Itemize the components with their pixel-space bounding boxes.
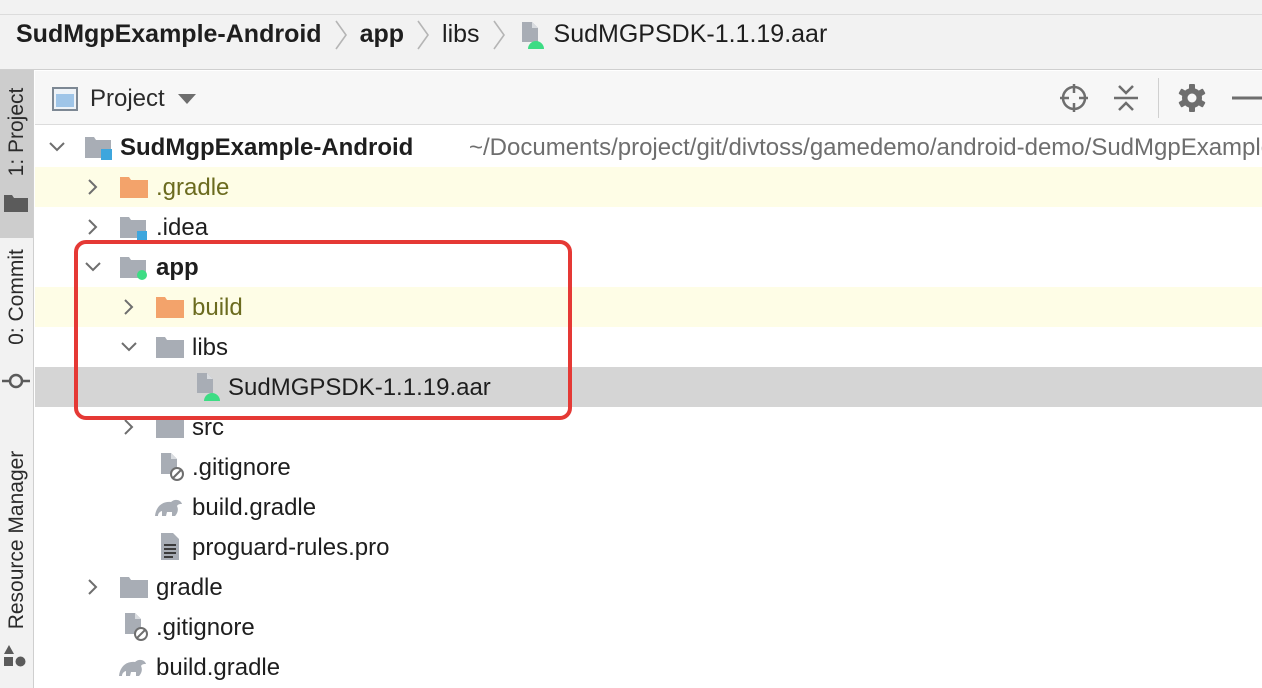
chevron-down-icon[interactable]: [84, 258, 102, 276]
minimize-icon[interactable]: [1230, 82, 1262, 114]
excluded-folder-icon: [156, 297, 184, 318]
tree-item-label: .gitignore: [156, 614, 255, 641]
tree-item-label: src: [192, 414, 224, 441]
project-view-icon: [52, 87, 78, 111]
tree-row-dot-gradle[interactable]: .gradle: [35, 167, 1262, 207]
gradle-icon: [119, 659, 146, 676]
tree-row-build-gradle-app[interactable]: build.gradle: [35, 487, 1262, 527]
chevron-down-icon: [177, 94, 196, 104]
top-divider: [0, 14, 1262, 15]
module-folder-icon: [85, 137, 112, 160]
chevron-right-icon[interactable]: [120, 418, 138, 436]
tree-row-gradle-folder[interactable]: gradle: [35, 567, 1262, 607]
breadcrumb-aar-label: SudMGPSDK-1.1.19.aar: [553, 20, 828, 48]
breadcrumb-item-libs[interactable]: libs: [442, 20, 480, 49]
ignore-file-icon: [161, 453, 184, 481]
tree-row-app[interactable]: app: [35, 247, 1262, 287]
project-tree: SudMgpExample-Android ~/Documents/projec…: [35, 127, 1262, 688]
tree-row-gitignore-root[interactable]: .gitignore: [35, 607, 1262, 647]
chevron-right-icon[interactable]: [120, 298, 138, 316]
breadcrumb-item-project[interactable]: SudMgpExample-Android: [16, 20, 322, 49]
ignore-file-icon: [125, 613, 148, 641]
resource-manager-icon: [4, 645, 26, 667]
breadcrumb-item-aar[interactable]: SudMGPSDK-1.1.19.aar: [518, 20, 828, 50]
text-file-icon: [161, 533, 179, 560]
gear-icon[interactable]: [1176, 82, 1208, 114]
chevron-right-icon[interactable]: [84, 578, 102, 596]
gradle-icon: [155, 499, 182, 516]
folder-icon: [156, 337, 184, 358]
tree-row-build-gradle-root[interactable]: build.gradle: [35, 647, 1262, 687]
tab-commit[interactable]: 0: Commit: [0, 240, 33, 395]
tree-item-label: proguard-rules.pro: [192, 534, 390, 561]
tree-item-label: SudMGPSDK-1.1.19.aar: [228, 374, 491, 401]
tree-row-aar[interactable]: SudMGPSDK-1.1.19.aar: [35, 367, 1262, 407]
chevron-down-icon[interactable]: [120, 338, 138, 356]
chevron-right-icon: [492, 20, 505, 49]
tab-commit-label: 0: Commit: [4, 249, 28, 345]
project-panel-header: Project: [35, 71, 1262, 125]
tree-row-libs[interactable]: libs: [35, 327, 1262, 367]
tree-item-label: gradle: [156, 574, 223, 601]
tree-row-build[interactable]: build: [35, 287, 1262, 327]
chevron-right-icon: [334, 20, 347, 49]
tree-row-root[interactable]: SudMgpExample-Android ~/Documents/projec…: [35, 127, 1262, 167]
excluded-folder-icon: [120, 177, 148, 198]
tab-resource-manager-label: Resource Manager: [4, 450, 28, 630]
android-archive-icon: [197, 373, 220, 401]
breadcrumb-item-app[interactable]: app: [360, 20, 404, 49]
breadcrumb: SudMgpExample-Android app libs SudMGPSDK…: [0, 0, 1262, 70]
tree-item-label: build.gradle: [192, 494, 317, 521]
view-selector-dropdown[interactable]: Project: [52, 84, 197, 114]
android-module-folder-icon: [120, 257, 147, 280]
android-archive-icon: [521, 21, 544, 49]
tab-resource-manager[interactable]: Resource Manager: [0, 420, 33, 688]
locate-icon[interactable]: [1058, 82, 1090, 114]
tree-item-label: build.gradle: [156, 654, 281, 681]
tree-row-gitignore-app[interactable]: .gitignore: [35, 447, 1262, 487]
tree-row-idea[interactable]: .idea: [35, 207, 1262, 247]
tree-item-label: .gradle: [156, 174, 230, 201]
tree-row-src[interactable]: src: [35, 407, 1262, 447]
chevron-right-icon[interactable]: [84, 178, 102, 196]
collapse-all-icon[interactable]: [1110, 82, 1142, 114]
folder-icon: [120, 577, 148, 598]
tree-item-label: .gitignore: [192, 454, 291, 481]
tree-item-label: libs: [192, 334, 229, 361]
tree-item-label: .idea: [156, 214, 209, 241]
tab-project-label: 1: Project: [4, 87, 28, 177]
tree-root-name: SudMgpExample-Android: [120, 134, 414, 161]
tree-row-proguard[interactable]: proguard-rules.pro: [35, 527, 1262, 567]
commit-icon: [2, 373, 30, 389]
left-tool-strip: 1: Project 0: Commit Resource Manager: [0, 70, 34, 688]
folder-icon: [156, 417, 184, 438]
chevron-right-icon[interactable]: [84, 218, 102, 236]
tree-item-label: build: [192, 294, 243, 321]
folder-icon: [4, 195, 28, 212]
header-divider: [1158, 78, 1159, 118]
chevron-right-icon: [417, 20, 429, 49]
idea-folder-icon: [120, 217, 147, 241]
chevron-down-icon[interactable]: [48, 138, 66, 156]
tab-project[interactable]: 1: Project: [0, 70, 33, 238]
tree-root-path: ~/Documents/project/git/divtoss/gamedemo…: [469, 134, 1262, 161]
view-selector-label: Project: [90, 85, 165, 112]
tree-item-label: app: [156, 254, 199, 281]
